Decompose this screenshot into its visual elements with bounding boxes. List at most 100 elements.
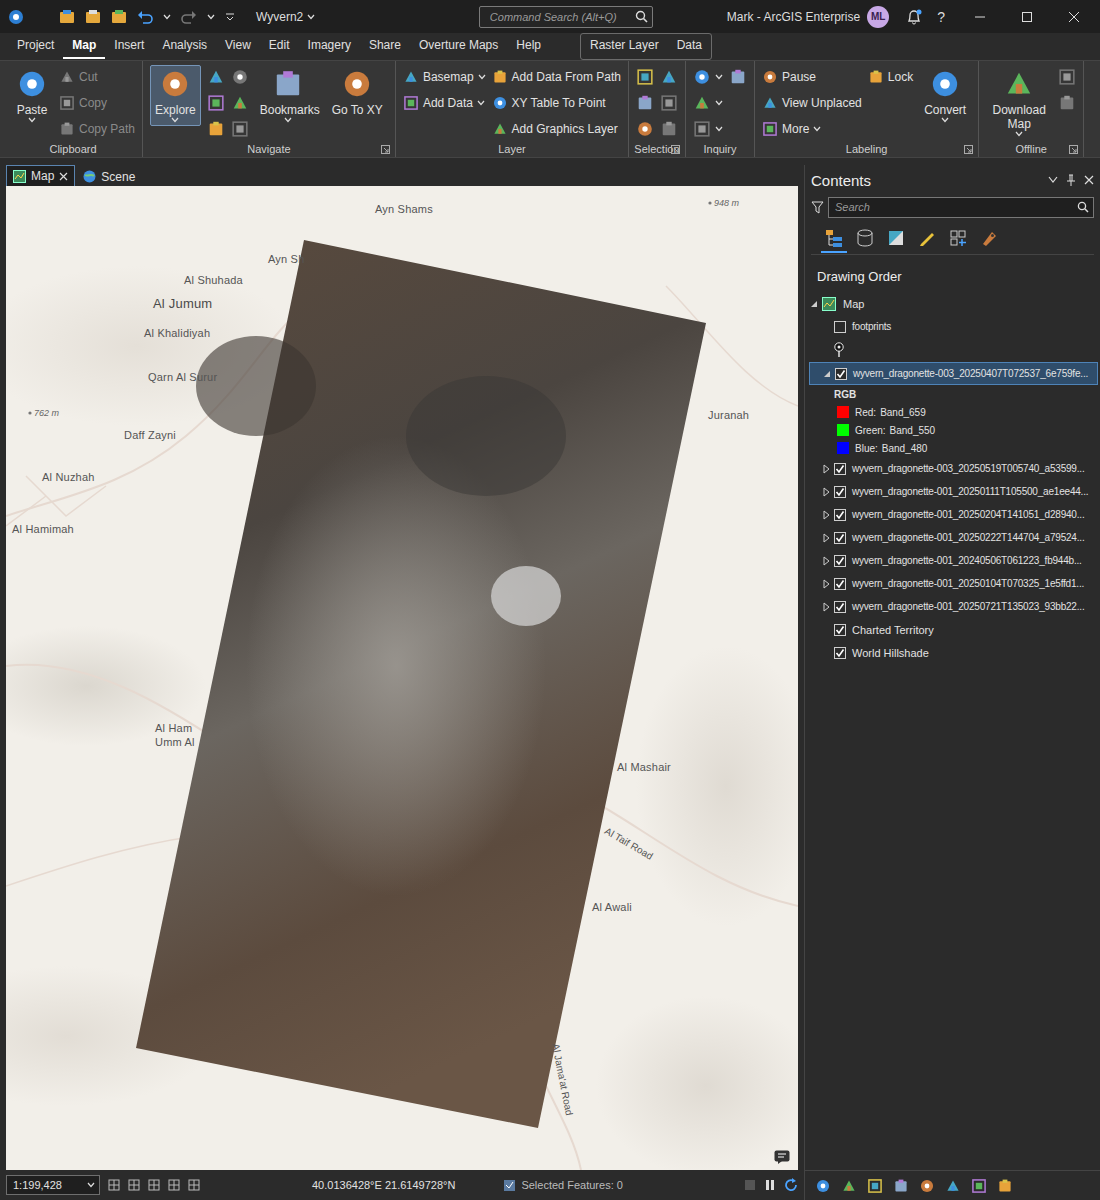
ribbon-icon-button[interactable] [636,117,654,141]
layer-checkbox[interactable] [834,601,846,613]
search-icon[interactable] [635,10,648,23]
bell-icon[interactable] [906,9,922,25]
layer-row[interactable]: wyvern_dragonette-001_20240506T061223_fb… [809,549,1098,572]
expanded-arrow-icon[interactable] [822,369,832,379]
ribbon-icon-button[interactable] [636,91,654,115]
ribbon-icon-button[interactable] [729,65,747,89]
dialog-launcher-icon[interactable] [964,145,973,154]
ribbon-button[interactable]: Add Data From Path [492,65,621,89]
contents-view-button[interactable] [821,225,847,253]
dialog-launcher-icon[interactable] [381,145,390,154]
layer-checkbox[interactable] [834,555,846,567]
layer-checkbox[interactable] [834,647,846,659]
list-by-labeling-icon[interactable] [980,229,998,247]
layer-row[interactable]: wyvern_dragonette-001_20250721T135023_93… [809,595,1098,618]
ribbon-button[interactable]: Convert [919,65,971,126]
layer-checkbox[interactable] [834,532,846,544]
ribbon-icon-button[interactable] [207,117,225,141]
ribbon-tab[interactable]: Share [360,34,410,59]
layer-row[interactable]: footprints [809,315,1098,338]
ribbon-button[interactable]: Add Graphics Layer [492,117,621,141]
dropdown-caret-icon[interactable] [87,1182,95,1188]
minimize-icon[interactable] [974,11,986,23]
layer-checkbox[interactable] [834,321,846,333]
help-button[interactable]: ? [929,9,953,25]
filter-icon[interactable] [811,201,824,214]
view-tab[interactable]: Scene [77,165,141,186]
dropdown-caret-icon[interactable] [478,74,486,80]
ribbon-button[interactable]: Add Data [403,91,486,115]
ribbon-button[interactable]: Basemap [403,65,486,89]
dropdown-caret-icon[interactable] [28,117,36,123]
user-name[interactable]: Mark - ArcGIS Enterprise [727,10,860,24]
contents-view-button[interactable] [976,225,1002,253]
ribbon-tab[interactable]: Edit [260,34,299,59]
layer-row[interactable]: wyvern_dragonette-003_20250407T072537_6e… [809,362,1098,385]
ribbon-button[interactable]: XY Table To Point [492,91,621,115]
save-project-icon[interactable] [111,9,127,24]
ribbon-tab[interactable]: View [216,34,260,59]
user-avatar[interactable]: ML [867,6,889,28]
ribbon-icon-button[interactable] [207,91,225,115]
pause-icon[interactable] [764,1179,776,1191]
ribbon-tab[interactable]: Analysis [153,34,216,59]
close-icon[interactable] [1068,11,1080,23]
dialog-launcher-icon[interactable] [1069,145,1078,154]
dropdown-caret-icon[interactable] [163,14,171,20]
dropdown-caret-icon[interactable] [207,14,215,20]
contents-search-input[interactable] [833,200,1077,214]
contents-view-button[interactable] [852,225,878,253]
ribbon-button[interactable]: View Unplaced [762,91,862,115]
dropdown-caret-icon[interactable] [307,14,315,20]
layer-checkbox[interactable] [834,463,846,475]
project-title[interactable]: Wyvern2 [256,10,315,24]
scale-selector[interactable]: 1:199,428 [6,1175,100,1195]
maximize-button[interactable] [1007,0,1047,33]
collapsed-arrow-icon[interactable] [821,464,831,474]
ribbon-tab[interactable]: Overture Maps [410,34,507,59]
ribbon-icon-button[interactable] [207,65,225,89]
command-search[interactable] [479,6,653,28]
view-tab[interactable]: Map [6,165,75,186]
contents-search[interactable] [828,197,1094,218]
ribbon-button[interactable]: Pause [762,65,862,89]
layer-checkbox[interactable] [835,368,847,380]
layer-row[interactable]: wyvern_dragonette-001_20250222T144704_a7… [809,526,1098,549]
search-icon[interactable] [1077,201,1089,213]
ribbon-icon-button[interactable] [231,91,249,115]
layer-row[interactable]: World Hillshade [809,641,1098,664]
open-project-icon[interactable] [85,9,101,24]
ribbon-tab[interactable]: Imagery [299,34,360,59]
contents-view-button[interactable] [945,225,971,253]
collapsed-arrow-icon[interactable] [821,556,831,566]
ribbon-button[interactable]: Lock [868,65,913,89]
layer-checkbox[interactable] [834,624,846,636]
ribbon-button[interactable]: Bookmarks [255,65,321,126]
dropdown-caret-icon[interactable] [941,117,949,123]
pin-pane-icon[interactable] [1066,174,1076,186]
layer-row[interactable]: wyvern_dragonette-001_20250104T070325_1e… [809,572,1098,595]
dropdown-caret-icon[interactable] [813,126,821,132]
dropdown-caret-icon[interactable] [715,74,723,80]
ribbon-icon-button[interactable] [636,65,654,89]
map-tool-icon[interactable] [188,1179,200,1191]
arcgis-logo-icon[interactable] [8,9,24,25]
collapsed-arrow-icon[interactable] [821,487,831,497]
ribbon-button[interactable]: More [762,117,862,141]
dialog-launcher-icon[interactable] [671,145,680,154]
dropdown-caret-icon[interactable] [284,117,292,123]
layer-checkbox[interactable] [834,509,846,521]
contents-view-button[interactable] [914,225,940,253]
layer-checkbox[interactable] [834,486,846,498]
expanded-arrow-icon[interactable] [809,299,819,309]
stop-icon[interactable] [744,1179,756,1191]
contextual-tab[interactable]: Raster Layer [581,34,668,59]
ribbon-button[interactable]: Go To XY [327,65,388,120]
close-pane-icon[interactable] [1084,175,1094,185]
close-tab-icon[interactable] [59,172,68,181]
collapsed-arrow-icon[interactable] [821,579,831,589]
ribbon-tab[interactable]: Insert [105,34,153,59]
contents-view-button[interactable] [883,225,909,253]
close-button[interactable] [1054,0,1094,33]
map-view[interactable]: Ayn ShamsAyn ShAl ShuhadaAl JumumAl Khal… [6,186,798,1170]
